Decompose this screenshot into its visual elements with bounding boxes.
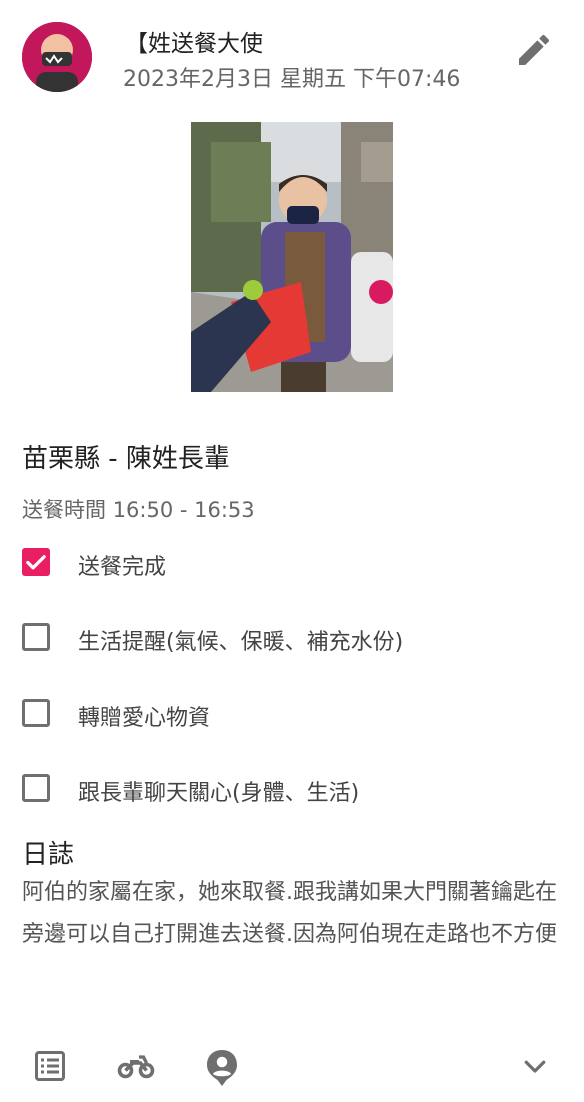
delivery-time: 送餐時間 16:50 - 16:53: [22, 494, 255, 524]
avatar[interactable]: [22, 22, 92, 92]
checklist-item-life-reminder[interactable]: 生活提醒(氣候、保暖、補充水份): [22, 621, 562, 657]
motorcycle-icon[interactable]: [116, 1048, 156, 1088]
checklist-label: 生活提醒(氣候、保暖、補充水份): [78, 630, 404, 655]
checklist-label: 送餐完成: [78, 555, 167, 580]
checkbox-unchecked[interactable]: [22, 699, 50, 727]
checklist-item-delivery-done[interactable]: 送餐完成: [22, 546, 562, 582]
avatar-image: [22, 22, 92, 92]
checklist-label: 跟長輩聊天關心(身體、生活): [78, 781, 360, 806]
checklist-label: 轉贈愛心物資: [78, 706, 211, 731]
delivery-photo[interactable]: [191, 122, 393, 392]
check-icon: [26, 555, 46, 570]
checklist-item-donate-supplies[interactable]: 轉贈愛心物資: [22, 697, 562, 733]
edit-button[interactable]: [514, 30, 554, 70]
post-datetime: 2023年2月3日 星期五 下午07:46: [123, 67, 461, 92]
checkbox-unchecked[interactable]: [22, 623, 50, 651]
checkbox-checked[interactable]: [22, 548, 50, 576]
delivery-photo-image: [191, 122, 393, 392]
list-icon[interactable]: [32, 1048, 68, 1088]
sender-name: 【姓送餐大使: [125, 31, 263, 57]
delivery-time-label: 送餐時間: [22, 498, 106, 522]
checkbox-unchecked[interactable]: [22, 774, 50, 802]
elder-title: 苗栗縣 - 陳姓長輩: [22, 444, 230, 474]
person-pin-icon[interactable]: [204, 1048, 240, 1092]
chevron-down-icon[interactable]: [520, 1048, 550, 1088]
log-title: 日誌: [22, 840, 75, 870]
checklist-item-chat-care[interactable]: 跟長輩聊天關心(身體、生活): [22, 772, 562, 808]
post-header: 【姓送餐大使 2023年2月3日 星期五 下午07:46: [0, 0, 584, 110]
pencil-icon: [519, 34, 550, 65]
delivery-time-range: 16:50 - 16:53: [112, 498, 255, 522]
bottom-toolbar: [0, 1040, 584, 1096]
log-text: 阿伯的家屬在家，她來取餐.跟我講如果大門關著鑰匙在旁邊可以自己打開進去送餐.因為…: [22, 880, 557, 947]
